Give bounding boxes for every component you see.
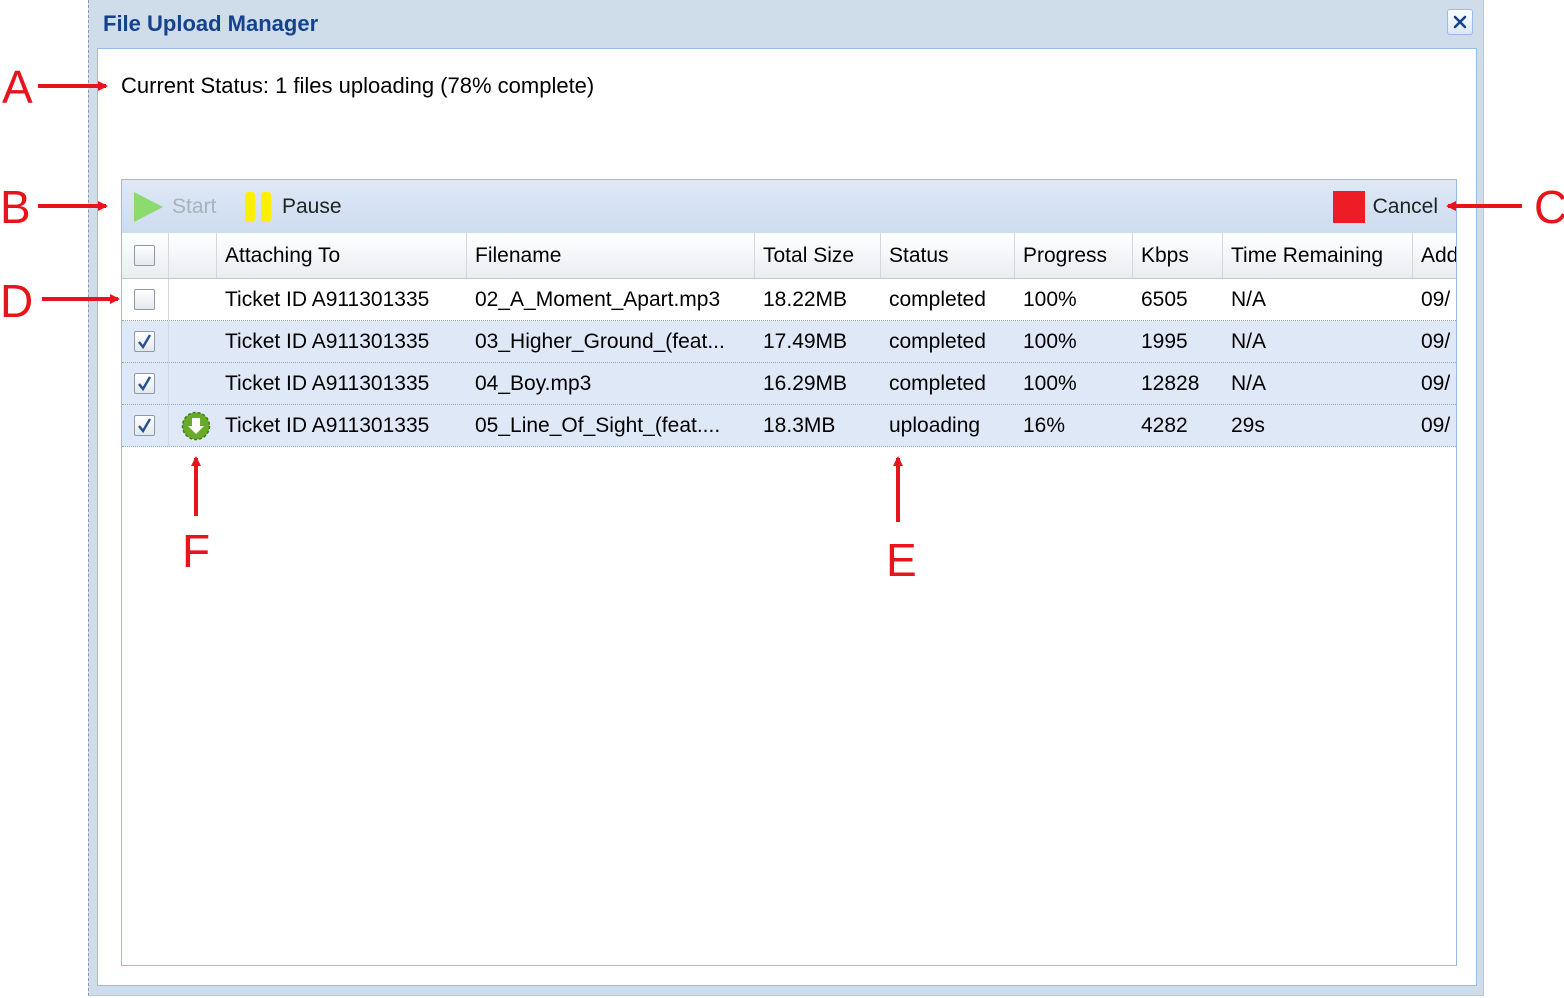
annotation-label-d: D [0,275,34,327]
annotation-label-c: C [1534,181,1564,233]
annotation-label-e: E [886,534,917,586]
screenshot: File Upload Manager Current Status: 1 fi… [0,0,1564,998]
annotation-label-a: A [2,61,33,113]
annotation-label-f: F [182,525,211,577]
annotation-arrows [38,81,1522,522]
annotation-label-b: B [0,181,31,233]
